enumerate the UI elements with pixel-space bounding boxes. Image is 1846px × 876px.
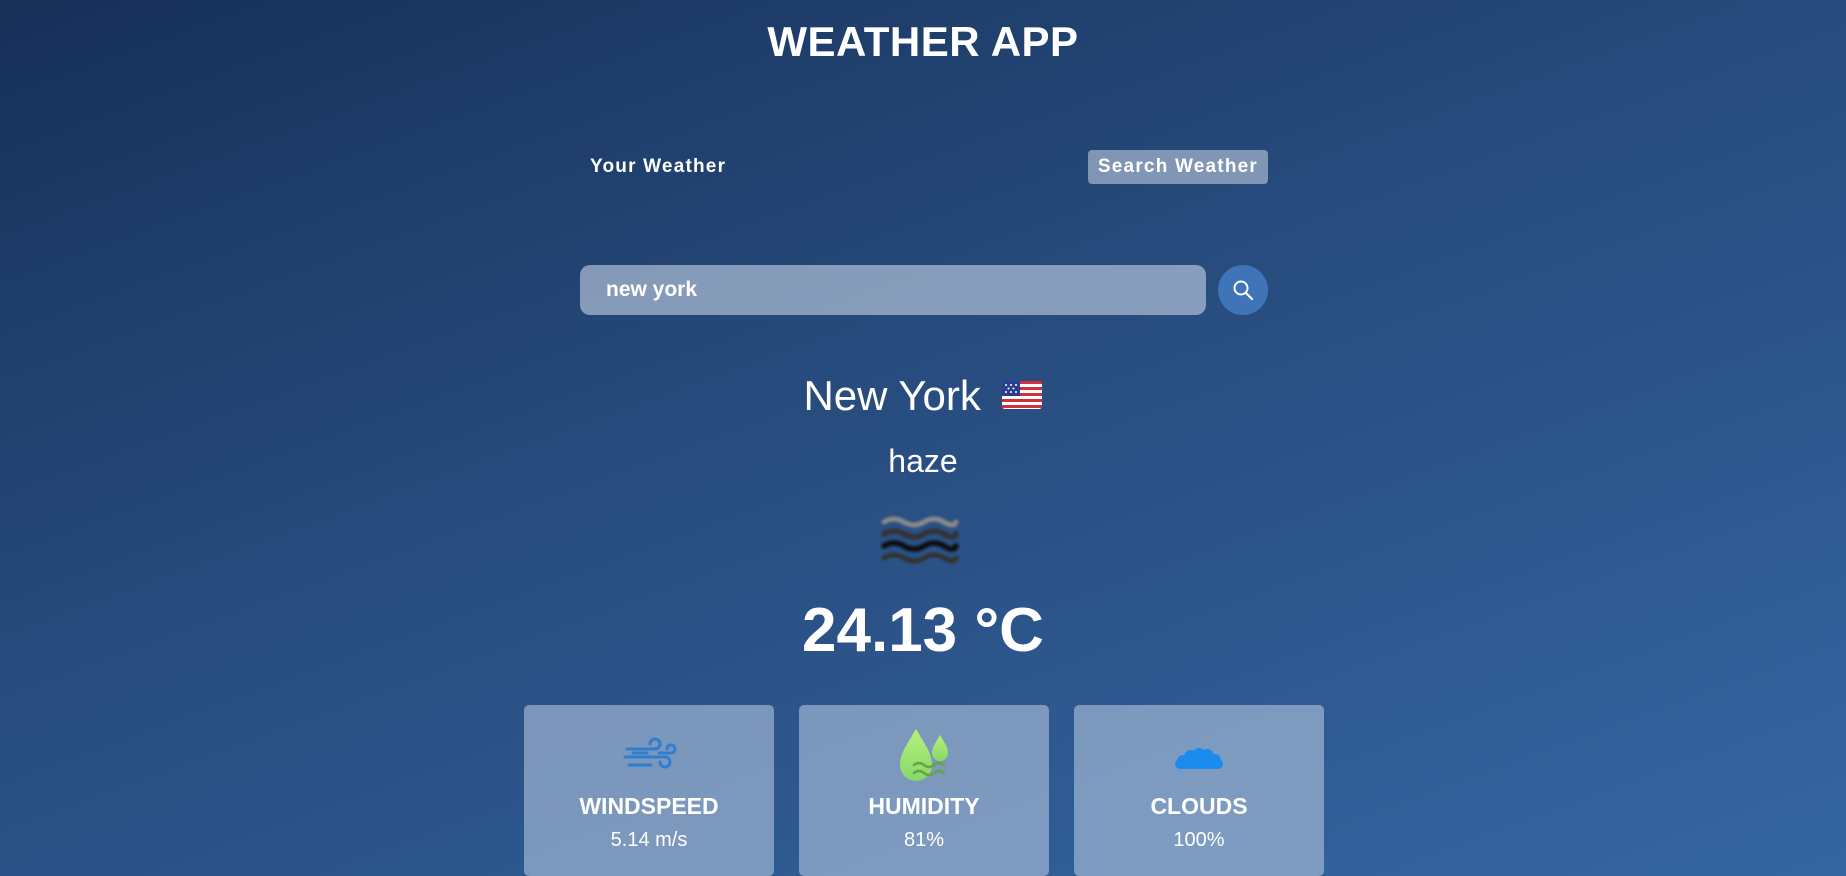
humidity-value: 81% bbox=[903, 829, 945, 851]
clouds-icon bbox=[1175, 748, 1223, 769]
humidity-icon bbox=[900, 729, 948, 781]
windspeed-label: WINDSPEED bbox=[579, 793, 719, 819]
weather-description: haze bbox=[888, 443, 958, 479]
humidity-label: HUMIDITY bbox=[868, 793, 980, 819]
app-title: WEATHER APP bbox=[767, 18, 1079, 65]
search-button[interactable] bbox=[1218, 265, 1268, 315]
tab-your-weather[interactable]: Your Weather bbox=[580, 150, 736, 184]
windspeed-value: 5.14 m/s bbox=[610, 829, 688, 851]
city-name: New York bbox=[803, 372, 981, 419]
haze-icon bbox=[881, 516, 959, 564]
tab-search-weather[interactable]: Search Weather bbox=[1087, 150, 1268, 184]
tab-bar: Your Weather Search Weather bbox=[580, 150, 1268, 186]
search-form bbox=[580, 265, 1268, 315]
clouds-label: CLOUDS bbox=[1150, 793, 1248, 819]
city-heading: New York bbox=[0, 372, 1846, 420]
clouds-card: CLOUDS 100% bbox=[1074, 705, 1324, 876]
temperature-value: 24.13 °C bbox=[802, 596, 1044, 665]
windspeed-card: WINDSPEED 5.14 m/s bbox=[524, 705, 774, 876]
humidity-card: HUMIDITY 81% bbox=[799, 705, 1049, 876]
clouds-value: 100% bbox=[1173, 829, 1225, 851]
wind-icon bbox=[623, 737, 677, 769]
weather-stats: WINDSPEED 5.14 m/s HUMIDITY 81% CLOUDS 1… bbox=[524, 705, 1324, 876]
search-icon bbox=[1233, 280, 1254, 301]
us-flag-icon bbox=[1001, 380, 1042, 409]
search-input[interactable] bbox=[580, 265, 1206, 315]
